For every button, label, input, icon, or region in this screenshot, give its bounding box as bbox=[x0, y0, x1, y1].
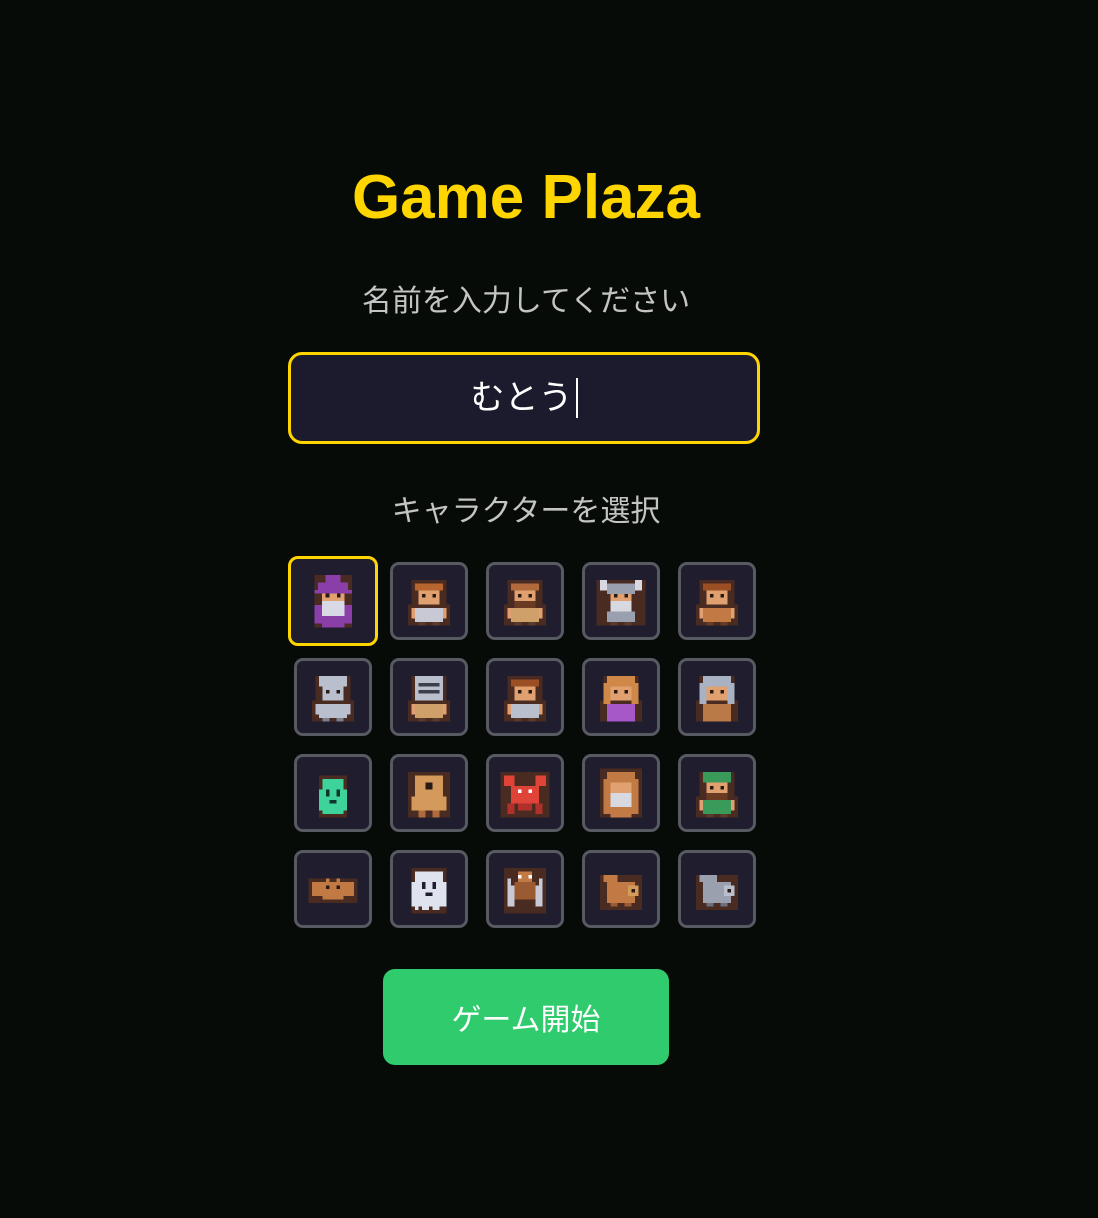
character-option-6[interactable] bbox=[294, 658, 372, 736]
character-option-2[interactable] bbox=[390, 562, 468, 640]
peasant-icon bbox=[408, 580, 450, 626]
viking-icon bbox=[596, 580, 646, 626]
page-title: Game Plaza bbox=[351, 163, 701, 232]
character-prompt: キャラクターを選択 bbox=[391, 494, 661, 529]
ranger-icon bbox=[696, 772, 738, 818]
character-option-7[interactable] bbox=[390, 658, 468, 736]
character-option-8[interactable] bbox=[486, 658, 564, 736]
character-option-1[interactable] bbox=[288, 556, 378, 646]
grey-rat-icon bbox=[696, 875, 738, 910]
character-option-19[interactable] bbox=[582, 850, 660, 928]
slime-ghost-icon bbox=[319, 775, 347, 818]
character-option-16[interactable] bbox=[294, 850, 372, 928]
character-option-13[interactable] bbox=[486, 754, 564, 832]
name-input[interactable]: むとう bbox=[288, 352, 760, 444]
knight-icon bbox=[312, 676, 354, 722]
old-woman-icon bbox=[696, 676, 738, 722]
character-option-4[interactable] bbox=[582, 562, 660, 640]
bald-villager-icon bbox=[504, 580, 546, 626]
character-option-14[interactable] bbox=[582, 754, 660, 832]
ghost-icon bbox=[411, 868, 447, 914]
name-input-value: むとう bbox=[470, 378, 573, 418]
game-lobby: Game Plaza 名前を入力してください むとう キャラクターを選択 ゲーム… bbox=[0, 0, 1098, 1218]
character-option-3[interactable] bbox=[486, 562, 564, 640]
character-option-12[interactable] bbox=[390, 754, 468, 832]
woman-icon bbox=[600, 676, 642, 722]
bat-icon bbox=[308, 878, 358, 903]
name-prompt: 名前を入力してください bbox=[361, 284, 691, 319]
visored-knight-icon bbox=[408, 676, 450, 722]
brown-rat-icon bbox=[600, 875, 642, 910]
crab-icon bbox=[500, 772, 550, 818]
character-option-10[interactable] bbox=[678, 658, 756, 736]
hooded-monk-icon bbox=[600, 768, 642, 818]
barbarian-icon bbox=[696, 580, 738, 626]
start-game-button[interactable]: ゲーム開始 bbox=[383, 969, 669, 1065]
character-option-11[interactable] bbox=[294, 754, 372, 832]
cyclops-icon bbox=[408, 772, 450, 818]
character-option-18[interactable] bbox=[486, 850, 564, 928]
wizard-purple-icon bbox=[314, 574, 352, 628]
character-option-5[interactable] bbox=[678, 562, 756, 640]
spider-icon bbox=[504, 868, 546, 914]
soldier-icon bbox=[504, 676, 546, 722]
character-option-20[interactable] bbox=[678, 850, 756, 928]
character-option-9[interactable] bbox=[582, 658, 660, 736]
character-option-15[interactable] bbox=[678, 754, 756, 832]
text-caret bbox=[575, 378, 578, 418]
character-option-17[interactable] bbox=[390, 850, 468, 928]
